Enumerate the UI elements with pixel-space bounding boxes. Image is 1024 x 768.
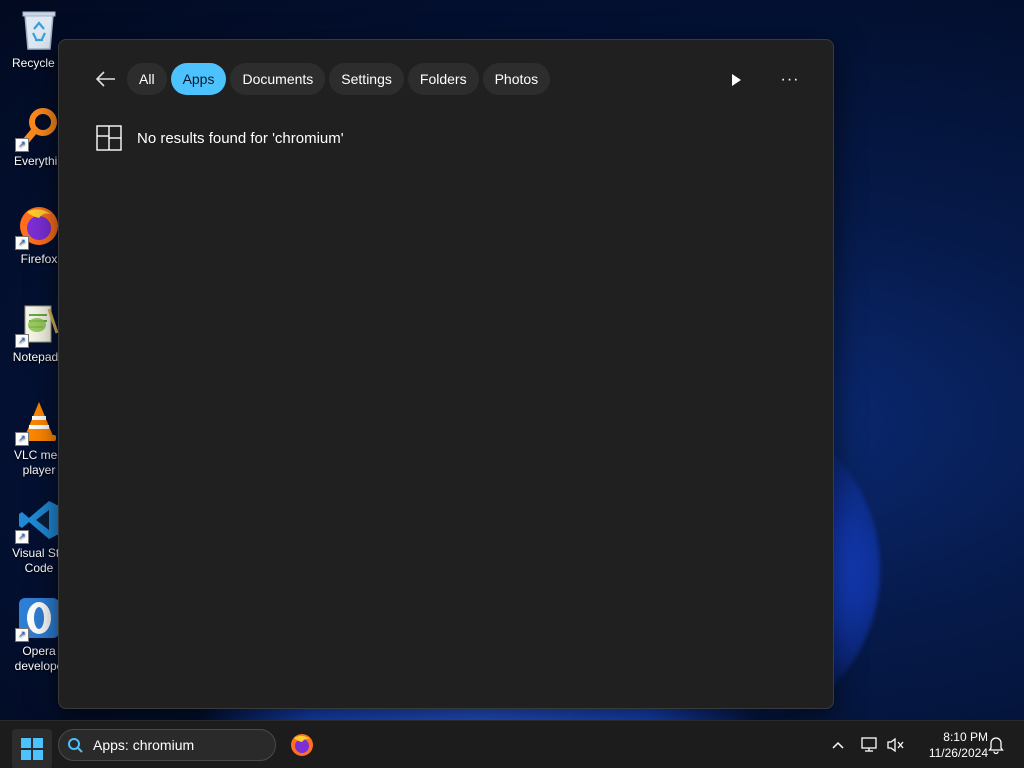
back-button[interactable] [93,66,119,92]
more-filters-button[interactable] [723,67,749,93]
taskbar-search-text: Apps: chromium [93,737,195,753]
clock-date: 11/26/2024 [928,746,988,760]
arrow-left-icon [96,71,115,87]
ellipsis-icon: ··· [780,71,800,88]
vscode-icon: ↗ [15,498,61,544]
desktop-icon-label: Everythin [13,154,65,168]
no-results-text: No results found for 'chromium' [137,129,344,147]
shortcut-arrow-icon: ↗ [15,236,29,250]
volume-muted-icon [887,737,904,753]
taskbar-search-box[interactable]: Apps: chromium [58,729,276,761]
no-results-message: No results found for 'chromium' [95,124,344,152]
taskbar: Apps: chromium 8:10 PM 11/26/2024 [0,720,1024,768]
notifications-button[interactable] [984,733,1008,757]
filter-tab-folders[interactable]: Folders [407,63,479,95]
taskbar-firefox-button[interactable] [284,729,320,761]
desktop-icon-label: player [22,463,56,477]
opera-icon: ↗ [15,596,61,642]
more-options-button[interactable]: ··· [775,67,805,93]
network-icon [861,737,877,752]
taskbar-clock[interactable]: 8:10 PM 11/26/2024 [912,729,988,761]
show-hidden-icons-button[interactable] [826,733,850,757]
shortcut-arrow-icon: ↗ [15,628,29,642]
notepad-plus-plus-icon: ↗ [15,302,61,348]
play-icon [732,74,741,86]
shortcut-arrow-icon: ↗ [15,138,29,152]
desktop-icon-label: develope [14,659,64,673]
search-flyout: All Apps Documents Settings Folders Phot… [58,39,834,709]
shortcut-arrow-icon: ↗ [15,432,29,446]
desktop-icon-label: Firefox [20,252,58,266]
recycle-bin-icon [17,8,61,52]
windows-logo-icon [21,738,43,760]
filter-tab-photos[interactable]: Photos [482,63,551,95]
desktop-icon-label: Code [24,561,54,575]
desktop-icon-label: VLC med [13,448,65,462]
filter-tab-apps[interactable]: Apps [170,63,227,95]
clock-time: 8:10 PM [943,730,988,744]
shortcut-arrow-icon: ↗ [15,334,29,348]
search-icon [68,738,83,753]
search-filter-tabs: All Apps Documents Settings Folders Phot… [127,63,551,95]
everything-search-icon: ↗ [15,106,61,152]
filter-tab-settings[interactable]: Settings [329,63,404,95]
firefox-icon: ↗ [15,204,61,250]
bell-icon [988,737,1004,754]
volume-button[interactable] [884,733,908,757]
start-button[interactable] [12,729,52,768]
firefox-icon [291,734,313,756]
apps-grid-icon [96,125,122,151]
vlc-icon: ↗ [15,400,61,446]
filter-tab-documents[interactable]: Documents [230,63,326,95]
filter-tab-all[interactable]: All [127,63,167,95]
network-button[interactable] [858,733,882,757]
desktop-icon-label: Opera [22,644,56,658]
shortcut-arrow-icon: ↗ [15,530,29,544]
chevron-up-icon [832,741,844,749]
